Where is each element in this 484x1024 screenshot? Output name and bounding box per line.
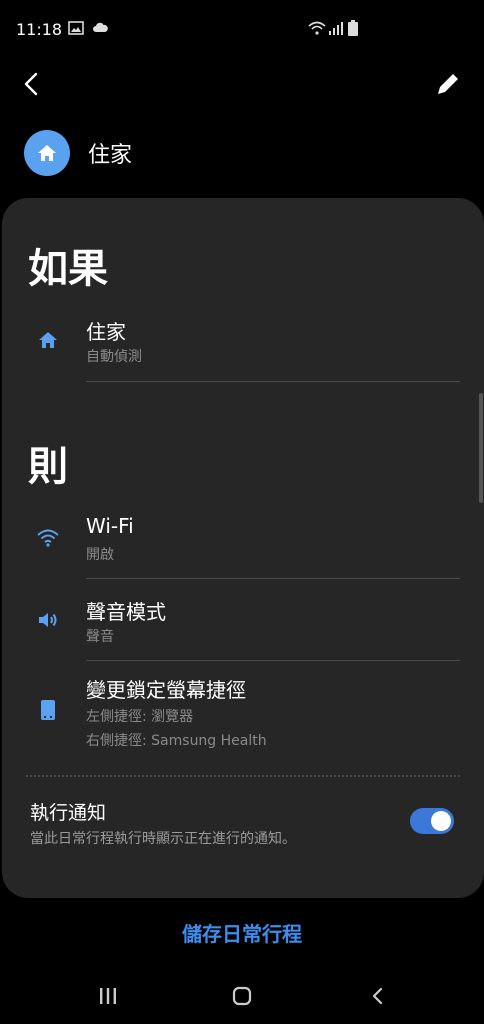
phone-icon — [41, 700, 55, 720]
then-item-lock-screen-shortcut[interactable]: 變更鎖定螢幕捷徑 左側捷徑: 瀏覽器 右側捷徑: Samsung Health — [2, 672, 484, 752]
battery-icon — [348, 20, 358, 36]
right-shortcut-subtitle: 右側捷徑: Samsung Health — [86, 733, 267, 749]
if-section-title: 如果 — [28, 246, 108, 292]
if-item-title: 住家 — [86, 320, 126, 344]
gallery-notification-icon — [68, 21, 84, 35]
routine-avatar — [24, 130, 70, 176]
lock-screen-shortcut-title: 變更鎖定螢幕捷徑 — [86, 678, 246, 702]
routine-name: 住家 — [88, 143, 133, 168]
notification-title: 執行通知 — [30, 802, 107, 824]
edit-icon[interactable] — [432, 68, 464, 100]
then-section-title: 則 — [28, 444, 68, 490]
if-item-subtitle: 自動偵測 — [86, 349, 142, 365]
left-shortcut-subtitle: 左側捷徑: 瀏覽器 — [86, 709, 194, 725]
wifi-icon — [37, 529, 59, 547]
routine-card: 如果 住家 自動偵測 則 Wi-Fi 開啟 聲音模式 聲音 變更鎖定螢幕捷徑 左… — [2, 198, 484, 898]
navigation-bar — [0, 968, 484, 1024]
sound-mode-subtitle: 聲音 — [86, 629, 114, 645]
status-time: 11:18 — [16, 20, 63, 39]
wifi-status-icon — [308, 21, 326, 35]
routine-header: 住家 — [24, 130, 132, 176]
cloud-icon — [93, 22, 108, 32]
signal-icon — [329, 22, 343, 35]
back-icon[interactable] — [16, 68, 48, 100]
status-bar: 11:18 — [0, 0, 484, 56]
notification-toggle[interactable] — [410, 808, 454, 834]
notification-subtitle: 當此日常行程執行時顯示正在進行的通知。 — [30, 831, 296, 847]
divider — [86, 381, 460, 382]
if-item-home[interactable]: 住家 自動偵測 — [2, 308, 484, 382]
save-routine-button[interactable]: 儲存日常行程 — [0, 918, 484, 947]
wifi-title: Wi-Fi — [86, 514, 134, 538]
top-bar — [0, 56, 484, 112]
divider — [86, 660, 460, 661]
then-item-wifi[interactable]: Wi-Fi 開啟 — [2, 506, 484, 578]
home-icon — [39, 332, 57, 348]
home-nav-icon[interactable] — [230, 984, 254, 1008]
divider — [86, 578, 460, 579]
back-nav-icon[interactable] — [366, 984, 390, 1008]
then-item-sound-mode[interactable]: 聲音模式 聲音 — [2, 590, 484, 660]
sound-mode-title: 聲音模式 — [86, 600, 166, 624]
toggle-knob — [431, 811, 451, 831]
wifi-subtitle: 開啟 — [86, 547, 114, 563]
volume-icon — [39, 613, 57, 627]
home-icon — [38, 145, 56, 161]
recent-apps-icon[interactable] — [96, 984, 120, 1008]
dotted-divider — [26, 775, 460, 777]
scrollbar[interactable] — [479, 393, 483, 503]
